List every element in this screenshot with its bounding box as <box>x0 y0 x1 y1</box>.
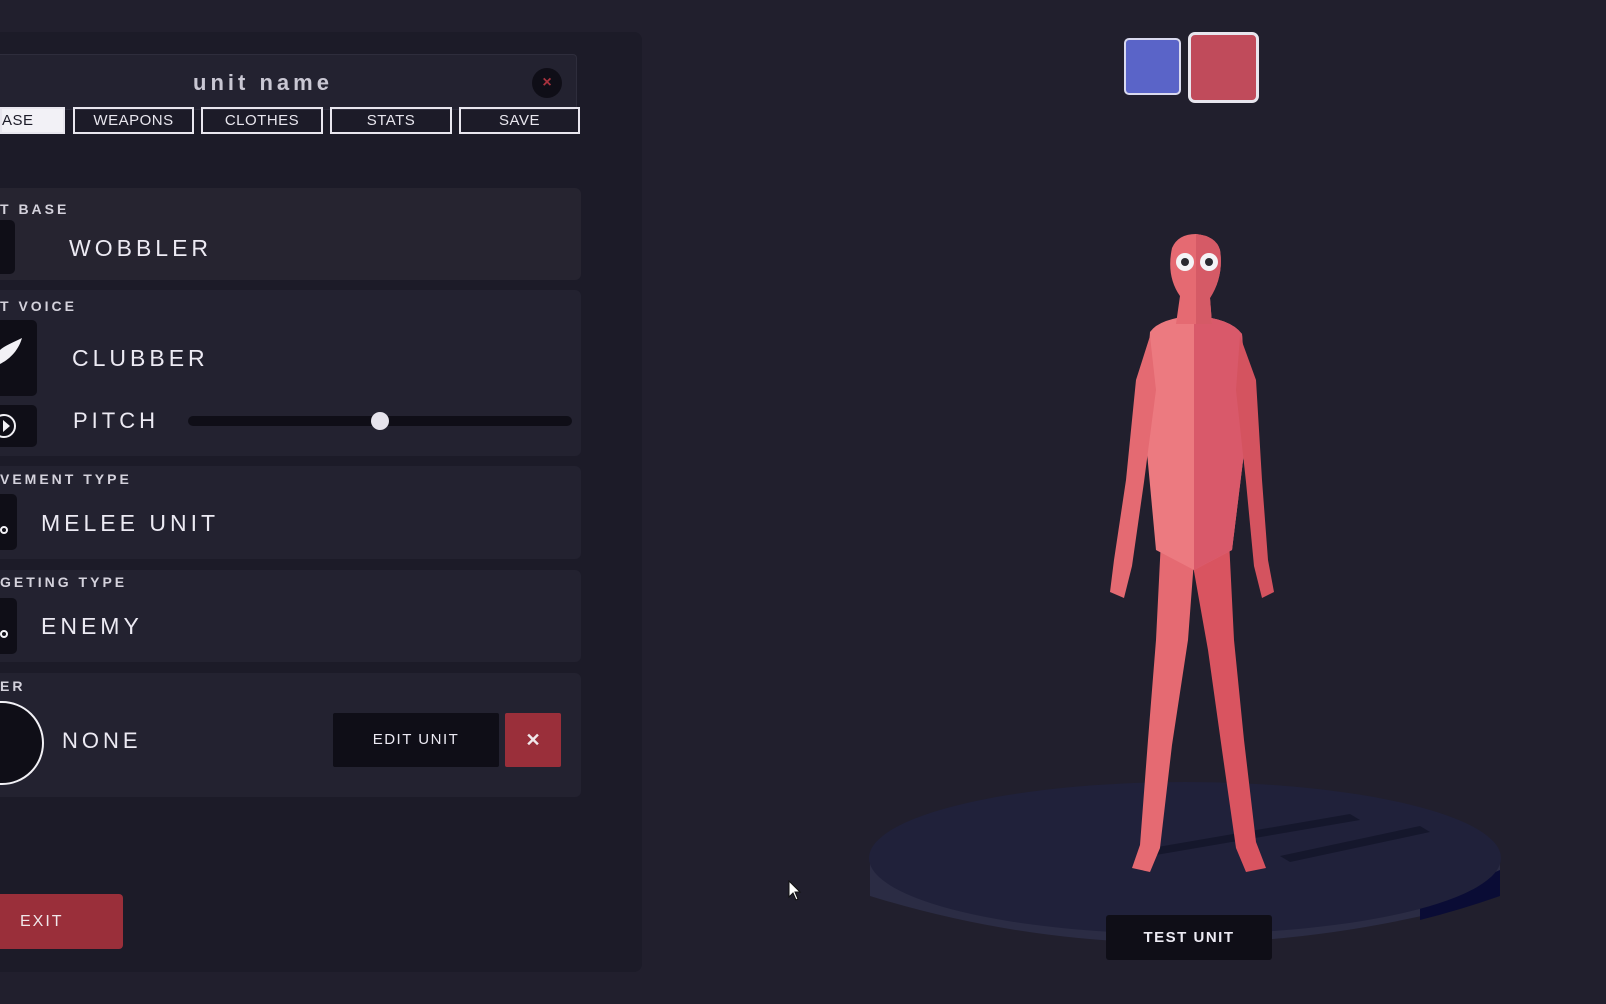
unit-voice-value: CLUBBER <box>72 345 209 371</box>
wobbler-unit-model <box>1110 234 1274 872</box>
unit-base-value: WOBBLER <box>69 235 213 261</box>
unit-name-field[interactable]: unit name × <box>0 54 577 110</box>
unit-name-text: unit name <box>193 70 333 95</box>
tab-weapons[interactable]: WEAPONS <box>73 107 194 134</box>
movement-icon <box>0 494 17 550</box>
targeting-icon <box>0 598 17 654</box>
pitch-slider-handle[interactable] <box>371 412 389 430</box>
voice-icon[interactable] <box>0 320 37 396</box>
exit-button[interactable]: EXIT <box>0 894 123 949</box>
base-icon <box>0 220 15 274</box>
unit-preview[interactable] <box>860 220 1510 1000</box>
tab-base[interactable]: ASE <box>0 107 65 134</box>
play-voice-button[interactable] <box>0 405 37 447</box>
pitch-label: PITCH <box>73 408 159 433</box>
team-red-swatch[interactable] <box>1188 32 1259 103</box>
clear-name-button[interactable]: × <box>532 68 562 98</box>
tab-stats[interactable]: STATS <box>330 107 452 134</box>
movement-type-label: VEMENT TYPE <box>0 471 132 487</box>
rider-value: NONE <box>62 728 142 753</box>
test-unit-button[interactable]: TEST UNIT <box>1106 915 1272 960</box>
movement-type-value: MELEE UNIT <box>41 510 220 536</box>
play-icon <box>0 414 16 438</box>
targeting-dot-icon <box>0 630 8 638</box>
unit-base-label: T BASE <box>0 201 70 217</box>
platform-top <box>869 782 1501 934</box>
tab-clothes[interactable]: CLOTHES <box>201 107 323 134</box>
rider-avatar[interactable] <box>0 700 46 786</box>
unit-voice-label: T VOICE <box>0 298 78 314</box>
rider-label: ER <box>0 678 26 694</box>
feather-icon <box>0 338 22 364</box>
tab-save[interactable]: SAVE <box>459 107 580 134</box>
remove-rider-button[interactable]: ✕ <box>505 713 561 767</box>
targeting-type-label: GETING TYPE <box>0 574 128 590</box>
targeting-type-value: ENEMY <box>41 613 143 639</box>
edit-unit-button[interactable]: EDIT UNIT <box>333 713 499 767</box>
unit-base-section[interactable] <box>0 188 581 280</box>
movement-dot-icon <box>0 526 8 534</box>
team-blue-swatch[interactable] <box>1124 38 1181 95</box>
mouse-cursor-icon <box>788 880 802 901</box>
